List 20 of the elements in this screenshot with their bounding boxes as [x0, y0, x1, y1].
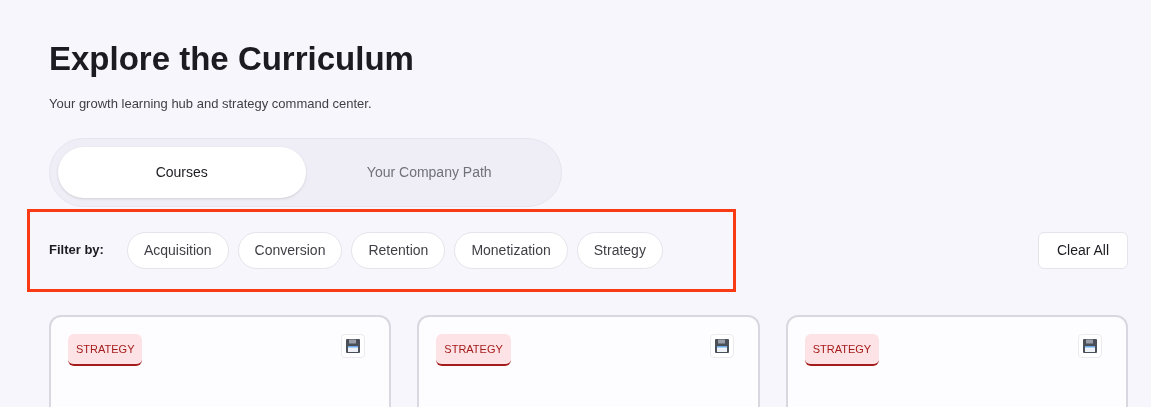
category-tag: STRATEGY	[436, 333, 511, 366]
page-title: Explore the Curriculum	[49, 39, 415, 79]
tab[interactable]: Courses	[58, 146, 306, 198]
category-tag: STRATEGY	[804, 333, 880, 366]
save-button[interactable]	[1078, 333, 1102, 358]
save-button[interactable]	[709, 333, 734, 358]
filter-chip[interactable]: Conversion	[237, 231, 343, 269]
course-card[interactable]: STRATEGY	[785, 314, 1128, 407]
save-button[interactable]	[341, 333, 366, 358]
filter-chip[interactable]: Monetization	[454, 231, 568, 269]
filter-label: Filter by:	[49, 241, 104, 260]
filter-chip[interactable]: Retention	[351, 231, 446, 269]
filter-chip[interactable]: Acquisition	[126, 231, 229, 269]
filter-chip[interactable]: Strategy	[576, 231, 663, 269]
page-subtitle: Your growth learning hub and strategy command center.	[49, 95, 373, 113]
category-tag: STRATEGY	[68, 333, 143, 366]
tab[interactable]: Your Company Path	[305, 146, 553, 198]
course-card[interactable]: STRATEGY	[49, 314, 392, 407]
clear-all-button[interactable]: Clear All	[1038, 231, 1128, 269]
course-card[interactable]: STRATEGY	[417, 314, 760, 407]
